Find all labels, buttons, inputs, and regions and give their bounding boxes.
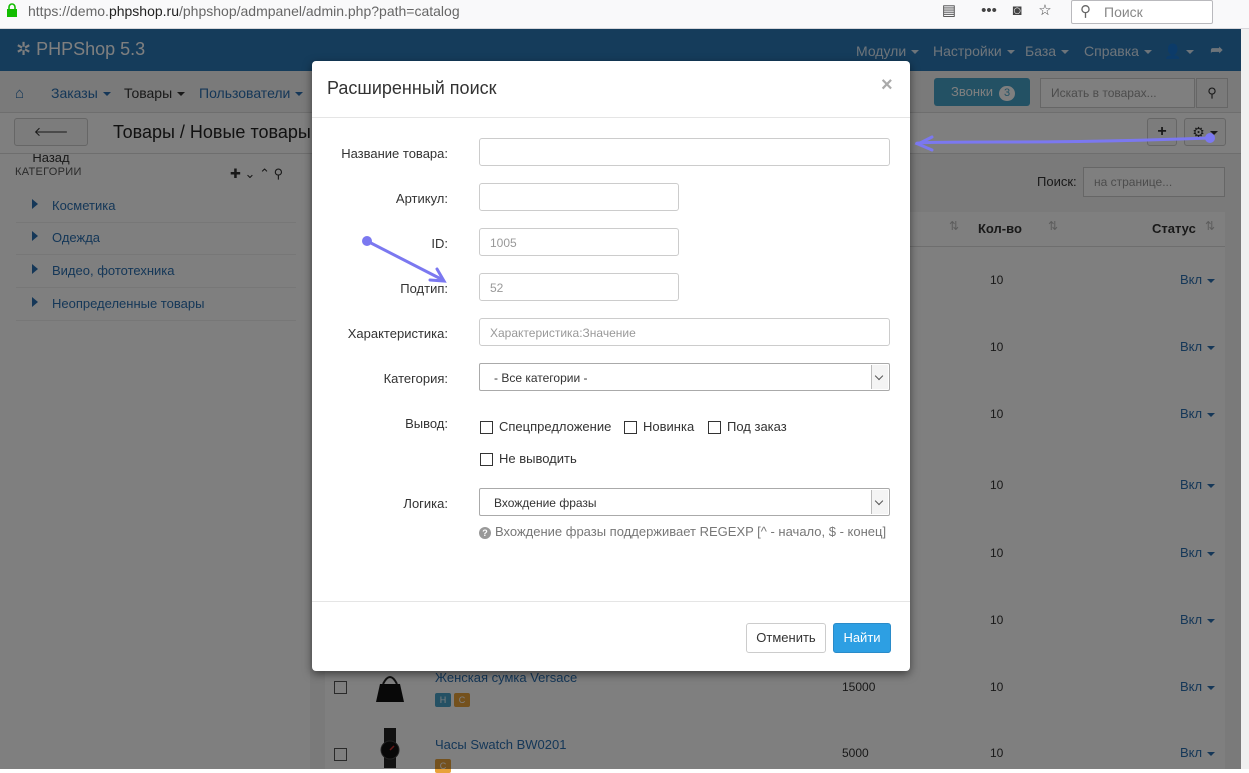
close-icon[interactable]: × bbox=[881, 74, 893, 97]
subtype-label: Подтип: bbox=[400, 281, 448, 296]
browser-search-box[interactable]: ⚲ Поиск bbox=[1071, 0, 1213, 24]
product-name-field[interactable] bbox=[479, 138, 890, 166]
help-text: ? Вхождение фразы поддерживает REGEXP [^ … bbox=[479, 524, 886, 539]
url-path: /phpshop/admpanel/admin.php?path=catalog bbox=[179, 3, 460, 19]
scrollbar[interactable] bbox=[1241, 29, 1249, 769]
category-label: Категория: bbox=[383, 371, 448, 386]
subtype-field[interactable]: 52 bbox=[479, 273, 679, 301]
special-offer-checkbox[interactable] bbox=[480, 421, 493, 434]
hide-checkbox[interactable] bbox=[480, 453, 493, 466]
new-checkbox[interactable] bbox=[624, 421, 637, 434]
pocket-icon[interactable]: ◙ bbox=[1008, 2, 1026, 20]
article-field[interactable] bbox=[479, 183, 679, 211]
reader-view-icon[interactable]: ▤ bbox=[940, 2, 958, 20]
new-label[interactable]: Новинка bbox=[643, 419, 694, 434]
chevron-down-icon bbox=[871, 490, 888, 514]
logic-label: Логика: bbox=[403, 496, 448, 511]
modal-title: Расширенный поиск bbox=[327, 78, 497, 98]
find-button[interactable]: Найти bbox=[833, 623, 891, 653]
lock-icon bbox=[7, 3, 17, 17]
logic-select[interactable]: Вхождение фразы bbox=[479, 488, 890, 516]
hide-label[interactable]: Не выводить bbox=[499, 451, 577, 466]
characteristic-label: Характеристика: bbox=[347, 326, 448, 341]
address-bar[interactable]: https://demo.phpshop.ru/phpshop/admpanel… bbox=[28, 3, 460, 19]
chevron-down-icon bbox=[871, 365, 888, 389]
search-icon: ⚲ bbox=[1080, 3, 1091, 20]
category-select[interactable]: - Все категории - bbox=[479, 363, 890, 391]
more-actions-icon[interactable]: ••• bbox=[980, 2, 998, 20]
bookmark-star-icon[interactable]: ☆ bbox=[1036, 2, 1054, 20]
id-field[interactable]: 1005 bbox=[479, 228, 679, 256]
modal-divider bbox=[312, 601, 910, 602]
url-prefix: https://demo. bbox=[28, 3, 109, 19]
question-icon: ? bbox=[479, 527, 491, 539]
on-order-label[interactable]: Под заказ bbox=[727, 419, 787, 434]
special-offer-label[interactable]: Спецпредложение bbox=[499, 419, 611, 434]
browser-toolbar: https://demo.phpshop.ru/phpshop/admpanel… bbox=[0, 0, 1249, 29]
output-label: Вывод: bbox=[405, 416, 448, 431]
browser-search-placeholder: Поиск bbox=[1104, 4, 1143, 20]
advanced-search-modal: Расширенный поиск × Название товара: Арт… bbox=[312, 61, 910, 671]
article-label: Артикул: bbox=[395, 191, 448, 206]
id-label: ID: bbox=[431, 236, 448, 251]
modal-divider bbox=[312, 117, 910, 118]
cancel-button[interactable]: Отменить bbox=[746, 623, 826, 653]
characteristic-field[interactable]: Характеристика:Значение bbox=[479, 318, 890, 346]
url-domain: phpshop.ru bbox=[108, 3, 179, 19]
product-name-label: Название товара: bbox=[341, 146, 448, 161]
on-order-checkbox[interactable] bbox=[708, 421, 721, 434]
